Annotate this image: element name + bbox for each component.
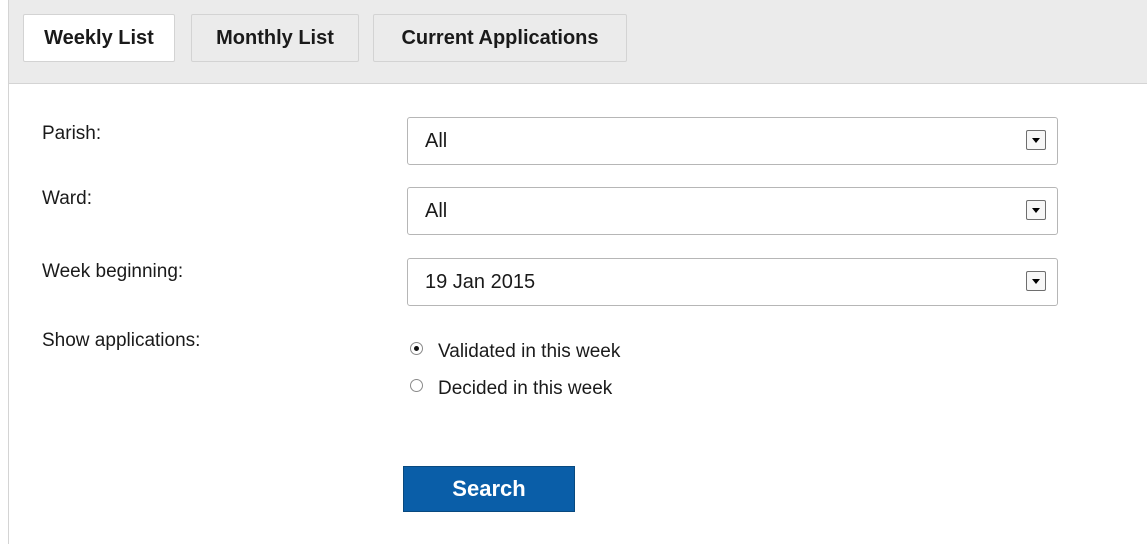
tab-current-applications[interactable]: Current Applications — [373, 14, 627, 62]
week-beginning-select[interactable]: 19 Jan 2015 — [407, 258, 1058, 306]
parish-select[interactable]: All — [407, 117, 1058, 165]
ward-select[interactable]: All — [407, 187, 1058, 235]
content-left-border — [8, 84, 9, 544]
week-beginning-select-value: 19 Jan 2015 — [425, 271, 536, 293]
tab-monthly-list[interactable]: Monthly List — [191, 14, 359, 62]
validated-radio-label: Validated in this week — [438, 341, 621, 362]
parish-select-value: All — [425, 130, 448, 152]
decided-radio-label: Decided in this week — [438, 378, 613, 399]
ward-label: Ward: — [42, 188, 92, 209]
search-button[interactable]: Search — [403, 466, 575, 512]
parish-label: Parish: — [42, 123, 102, 144]
chevron-down-icon — [1026, 130, 1046, 150]
decided-radio[interactable] — [410, 378, 423, 392]
ward-select-value: All — [425, 200, 448, 222]
tab-weekly-list[interactable]: Weekly List — [23, 14, 175, 62]
chevron-down-icon — [1026, 271, 1046, 291]
chevron-down-icon — [1026, 200, 1046, 220]
radio-option-decided[interactable]: Decided in this week — [410, 376, 612, 402]
show-applications-label: Show applications: — [42, 330, 201, 351]
tab-bar: Weekly List Monthly List Current Applica… — [8, 0, 1147, 84]
radio-option-validated[interactable]: Validated in this week — [410, 339, 620, 365]
week-beginning-label: Week beginning: — [42, 261, 184, 282]
validated-radio[interactable] — [410, 341, 423, 355]
